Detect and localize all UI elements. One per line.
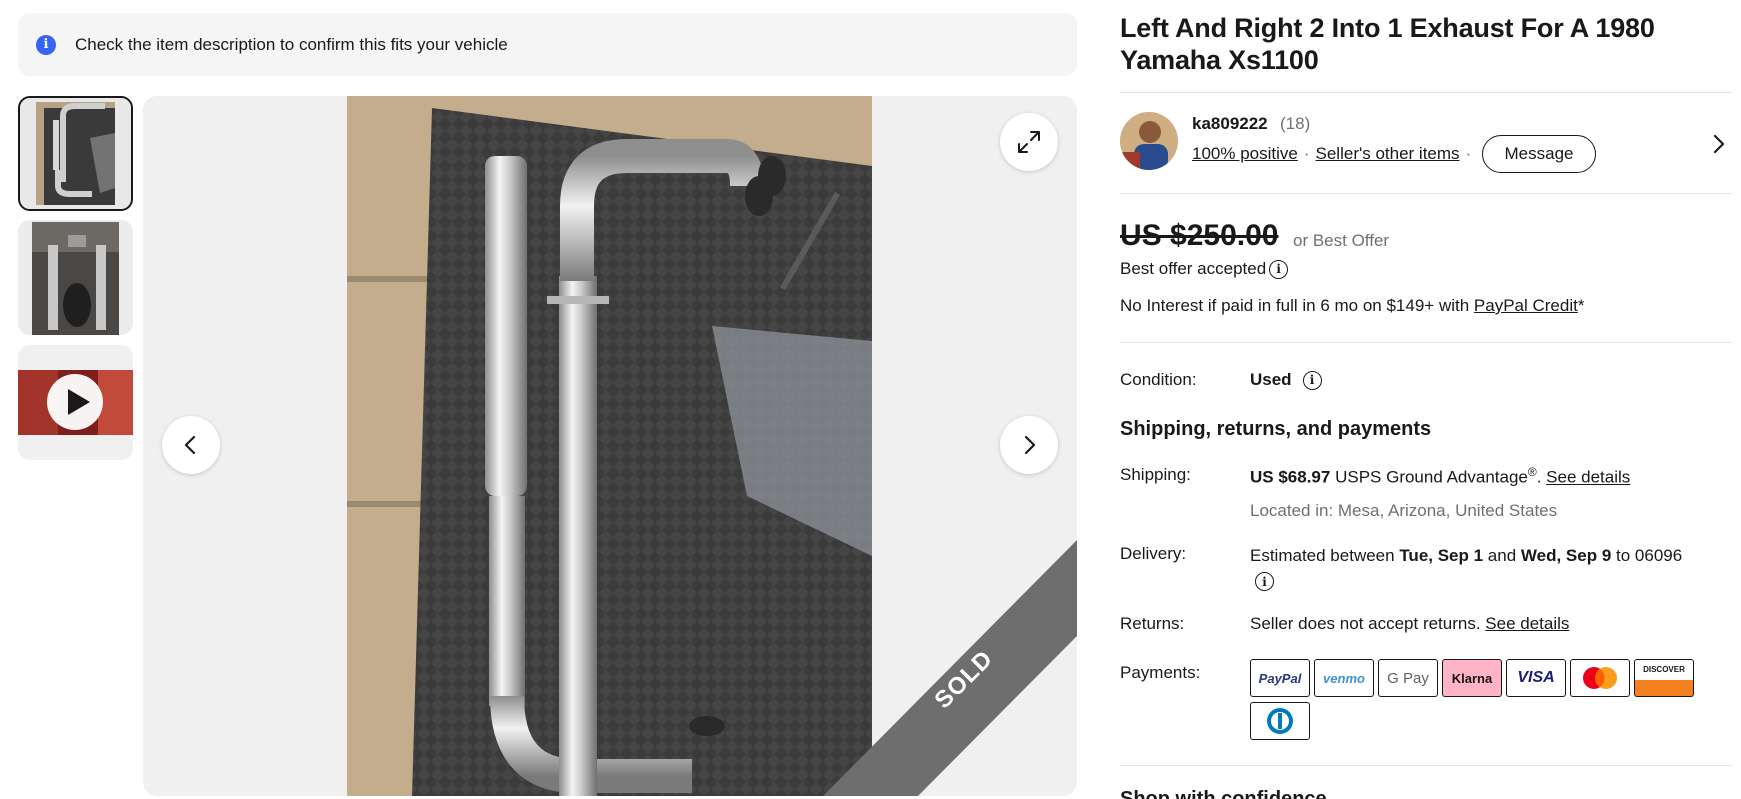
fullscreen-button[interactable] bbox=[1000, 113, 1058, 171]
chevron-left-icon bbox=[184, 435, 196, 455]
mastercard-icon bbox=[1583, 667, 1617, 689]
info-icon[interactable]: i bbox=[1269, 259, 1289, 279]
next-image-button[interactable] bbox=[1000, 416, 1058, 474]
payment-methods: PayPal venmo G Pay Klarna VISA DISCOVER bbox=[1250, 659, 1720, 740]
shipping-label: Shipping: bbox=[1120, 465, 1191, 484]
seller-links: 100% positive · Seller's other items · bbox=[1192, 144, 1477, 164]
paypal-credit-link[interactable]: PayPal Credit bbox=[1474, 296, 1578, 315]
chevron-right-icon bbox=[1713, 134, 1725, 154]
paypal-badge: PayPal bbox=[1250, 659, 1310, 697]
fitment-notice: i Check the item description to confirm … bbox=[18, 13, 1077, 76]
thumbnail-1[interactable] bbox=[18, 96, 133, 211]
best-offer-text: or Best Offer bbox=[1293, 231, 1390, 250]
financing-note: No Interest if paid in full in 6 mo on $… bbox=[1120, 296, 1584, 316]
diners-club-icon bbox=[1267, 708, 1293, 734]
klarna-badge: Klarna bbox=[1442, 659, 1502, 697]
financing-prefix: No Interest if paid in full in 6 mo on $… bbox=[1120, 296, 1474, 315]
divider bbox=[1120, 342, 1732, 343]
condition-value-row: Used i bbox=[1250, 370, 1322, 390]
thumbnail-1-image bbox=[20, 98, 131, 209]
google-pay-badge: G Pay bbox=[1378, 659, 1438, 697]
item-location: Located in: Mesa, Arizona, United States bbox=[1250, 501, 1558, 520]
offer-status: Best offer accepted i bbox=[1120, 259, 1289, 279]
thumbnail-2-image bbox=[18, 220, 133, 335]
delivery-start: Tue, Sep 1 bbox=[1399, 546, 1484, 565]
info-icon[interactable]: i bbox=[1302, 370, 1322, 390]
offer-status-text: Best offer accepted bbox=[1120, 259, 1267, 278]
fitment-notice-text: Check the item description to confirm th… bbox=[75, 34, 508, 54]
seller-name[interactable]: ka809222 bbox=[1192, 114, 1268, 134]
venmo-badge: venmo bbox=[1314, 659, 1374, 697]
shipping-price: US $68.97 bbox=[1250, 467, 1331, 487]
separator-dot: · bbox=[1303, 144, 1310, 163]
chevron-right-icon bbox=[1024, 435, 1036, 455]
divider bbox=[1120, 765, 1732, 766]
seller-details-button[interactable] bbox=[1710, 132, 1728, 161]
returns-text: Seller does not accept returns. bbox=[1250, 614, 1486, 633]
main-product-image bbox=[347, 96, 872, 796]
item-price: US $250.00 bbox=[1120, 219, 1279, 252]
seller-other-items-link[interactable]: Seller's other items bbox=[1316, 144, 1460, 164]
play-icon bbox=[47, 374, 103, 430]
sold-label: SOLD bbox=[929, 645, 999, 715]
image-gallery[interactable]: SOLD bbox=[143, 96, 1077, 796]
divider bbox=[1120, 92, 1732, 93]
delivery-and: and bbox=[1483, 546, 1521, 565]
exhaust-photo bbox=[347, 96, 872, 796]
condition-value: Used bbox=[1250, 370, 1292, 389]
returns-see-details-link[interactable]: See details bbox=[1485, 614, 1569, 633]
seller-avatar[interactable] bbox=[1120, 112, 1178, 170]
info-icon[interactable]: i bbox=[1255, 572, 1274, 591]
listing-title: Left And Right 2 Into 1 Exhaust For A 19… bbox=[1120, 13, 1655, 75]
item-details-panel: Left And Right 2 Into 1 Exhaust For A 19… bbox=[1120, 0, 1732, 799]
shop-with-confidence-heading: Shop with confidence bbox=[1120, 788, 1327, 799]
diners-club-badge bbox=[1250, 702, 1310, 740]
expand-icon bbox=[1018, 131, 1040, 153]
delivery-end: Wed, Sep 9 bbox=[1520, 546, 1612, 565]
mastercard-badge bbox=[1570, 659, 1630, 697]
visa-badge: VISA bbox=[1506, 659, 1566, 697]
previous-image-button[interactable] bbox=[162, 416, 220, 474]
delivery-suffix: to 06096 bbox=[1611, 546, 1683, 565]
delivery-prefix: Estimated between bbox=[1250, 546, 1400, 565]
shipping-service: USPS Ground Advantage bbox=[1335, 467, 1528, 487]
info-icon: i bbox=[36, 34, 56, 55]
shipping-value: US $68.97 USPS Ground Advantage®. See de… bbox=[1250, 465, 1631, 487]
returns-value: Seller does not accept returns. See deta… bbox=[1250, 614, 1569, 634]
video-thumbnail[interactable] bbox=[18, 345, 133, 460]
seller-feedback-count: (18) bbox=[1280, 114, 1311, 133]
discover-badge: DISCOVER bbox=[1634, 659, 1694, 697]
shipping-section-heading: Shipping, returns, and payments bbox=[1120, 418, 1432, 440]
payments-label: Payments: bbox=[1120, 663, 1201, 682]
returns-label: Returns: bbox=[1120, 614, 1185, 633]
thumbnail-2[interactable] bbox=[18, 220, 133, 335]
separator-dot: · bbox=[1465, 144, 1472, 163]
registered-mark: ® bbox=[1527, 465, 1537, 479]
condition-label: Condition: bbox=[1120, 370, 1197, 389]
delivery-label: Delivery: bbox=[1120, 544, 1187, 563]
delivery-value: Estimated between Tue, Sep 1 and Wed, Se… bbox=[1250, 544, 1730, 593]
financing-suffix: * bbox=[1577, 296, 1585, 315]
positive-feedback-link[interactable]: 100% positive bbox=[1192, 144, 1298, 164]
avatar-image bbox=[1120, 112, 1178, 170]
shipping-see-details-link[interactable]: See details bbox=[1546, 468, 1630, 487]
divider bbox=[1120, 193, 1732, 194]
message-seller-button[interactable]: Message bbox=[1482, 135, 1596, 173]
